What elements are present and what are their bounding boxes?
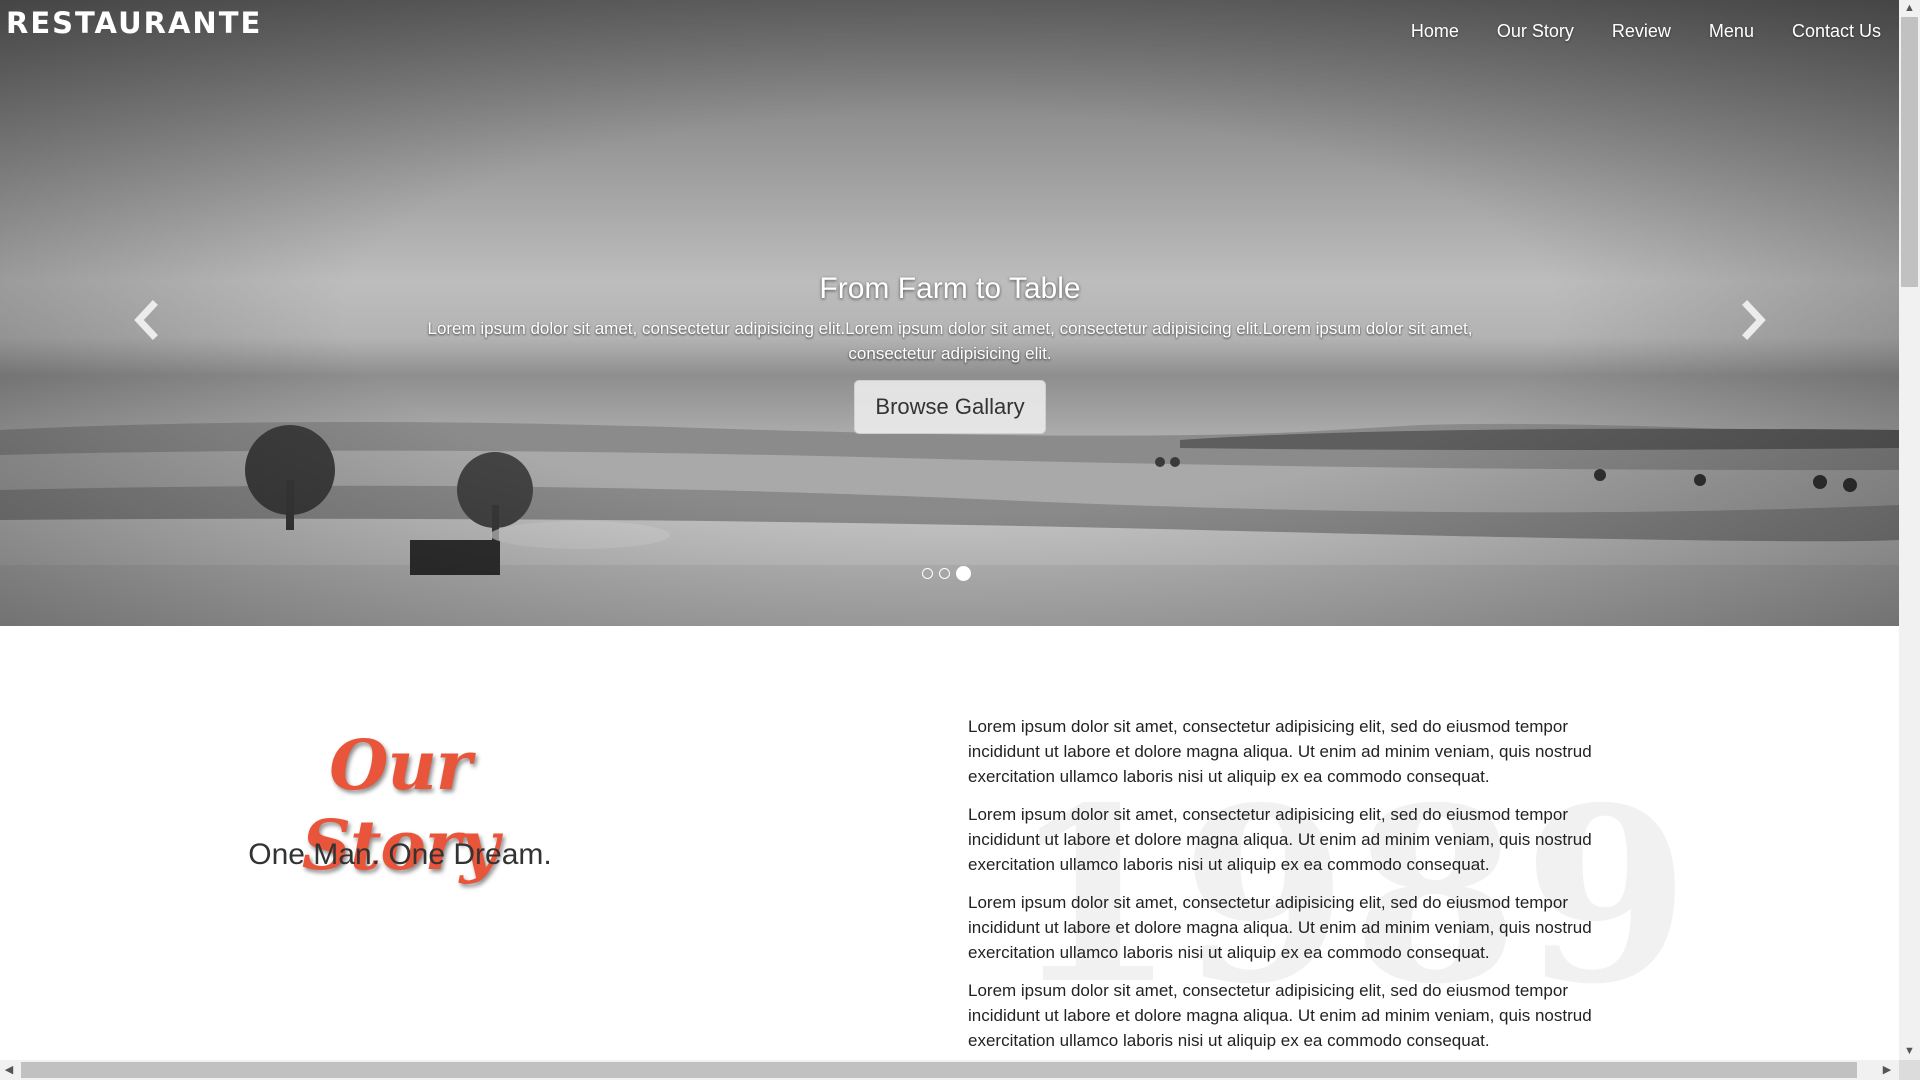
scroll-down-icon[interactable]: ▼ <box>1899 1043 1920 1060</box>
horizontal-scrollbar[interactable]: ◀ ▶ <box>0 1060 1899 1080</box>
carousel-indicator-1[interactable] <box>922 568 933 579</box>
hero-text: Lorem ipsum dolor sit amet, consectetur … <box>427 319 1473 363</box>
carousel-caption: From Farm to Table Lorem ipsum dolor sit… <box>400 272 1500 434</box>
horizontal-scroll-thumb[interactable] <box>21 1062 1857 1078</box>
story-body: Lorem ipsum dolor sit amet, consectetur … <box>968 714 1628 1060</box>
carousel-indicators <box>922 566 971 581</box>
story-paragraph: Lorem ipsum dolor sit amet, consectetur … <box>968 893 1592 962</box>
nav-item-our-story[interactable]: Our Story <box>1497 21 1574 42</box>
carousel-next-button[interactable] <box>1734 300 1774 340</box>
chevron-right-icon <box>1742 300 1766 340</box>
page-viewport: RESTAURANTE Home Our Story Review Menu C… <box>0 0 1899 1060</box>
nav-item-home[interactable]: Home <box>1411 21 1459 42</box>
scroll-right-icon[interactable]: ▶ <box>1878 1062 1896 1079</box>
story-paragraph: Lorem ipsum dolor sit amet, consectetur … <box>968 805 1592 874</box>
scroll-up-icon[interactable]: ▲ <box>1899 0 1920 17</box>
nav-item-contact-us[interactable]: Contact Us <box>1792 21 1881 42</box>
vertical-scrollbar[interactable]: ▲ ▼ <box>1899 0 1920 1060</box>
story-subheading: One Man. One Dream. <box>248 838 552 871</box>
scrollbar-corner <box>1899 1060 1920 1080</box>
chevron-left-icon <box>134 300 158 340</box>
main-nav: Home Our Story Review Menu Contact Us <box>1411 21 1881 42</box>
carousel-indicator-3[interactable] <box>956 566 971 581</box>
story-paragraph: Lorem ipsum dolor sit amet, consectetur … <box>968 981 1592 1050</box>
carousel-prev-button[interactable] <box>126 300 166 340</box>
our-story-section: 1989 Our Story One Man. One Dream. Lorem… <box>0 626 1899 1060</box>
nav-item-menu[interactable]: Menu <box>1709 21 1754 42</box>
story-paragraph: Lorem ipsum dolor sit amet, consectetur … <box>968 717 1592 786</box>
scroll-left-icon[interactable]: ◀ <box>0 1062 18 1079</box>
brand-logo[interactable]: RESTAURANTE <box>6 6 262 40</box>
nav-item-review[interactable]: Review <box>1612 21 1671 42</box>
hero-carousel: RESTAURANTE Home Our Story Review Menu C… <box>0 0 1899 626</box>
vertical-scroll-thumb[interactable] <box>1901 17 1918 287</box>
carousel-indicator-2[interactable] <box>939 568 950 579</box>
browse-gallery-button[interactable]: Browse Gallary <box>854 380 1046 434</box>
hero-title: From Farm to Table <box>819 272 1081 305</box>
